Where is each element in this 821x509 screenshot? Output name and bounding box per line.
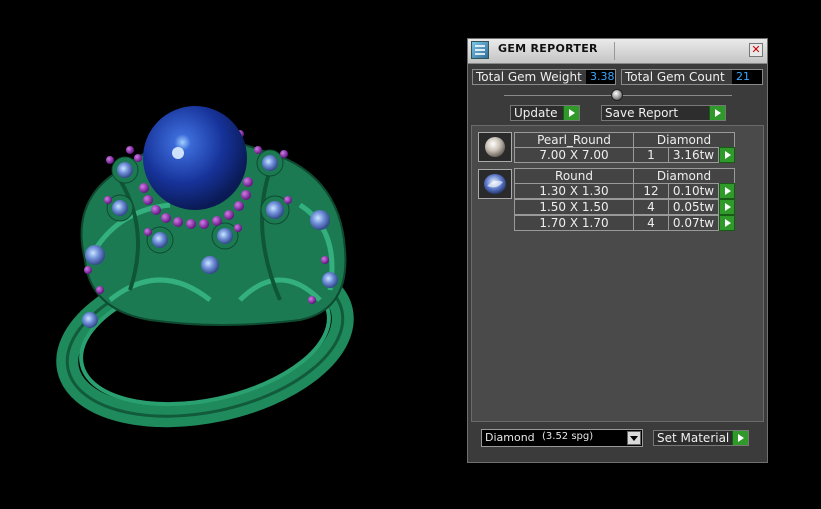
- gem-weight: 0.07tw: [668, 215, 719, 231]
- title-divider: [614, 42, 615, 60]
- set-material-button[interactable]: Set Material: [653, 430, 749, 446]
- play-arrow-icon: [709, 106, 725, 120]
- update-button[interactable]: Update: [510, 105, 580, 121]
- total-gem-weight-field: Total Gem Weight 3.38: [472, 69, 616, 85]
- gem-count: 4: [633, 215, 669, 231]
- gem-list[interactable]: Pearl_Round Diamond 7.00 X 7.00 1 3.16tw…: [471, 125, 764, 422]
- round-gem-thumbnail[interactable]: [478, 169, 512, 199]
- gem-size: 1.30 X 1.30: [514, 183, 634, 199]
- total-gem-count-value: 21: [732, 70, 762, 84]
- material-spg: (3.52 spg): [542, 431, 594, 442]
- save-report-button-label: Save Report: [605, 106, 679, 120]
- round-gem-icon: [484, 174, 506, 194]
- gem-size: 7.00 X 7.00: [514, 147, 634, 163]
- total-gem-count-label: Total Gem Count: [625, 70, 725, 84]
- panel-title: GEM REPORTER: [498, 42, 598, 55]
- select-gem-arrow-icon[interactable]: [719, 183, 735, 199]
- ring-render: [56, 106, 354, 428]
- total-gem-count-field: Total Gem Count 21: [621, 69, 763, 85]
- set-material-button-label: Set Material: [657, 431, 730, 445]
- group-shape-header: Round: [514, 168, 634, 184]
- total-gem-weight-value: 3.38: [586, 70, 615, 84]
- total-gem-weight-label: Total Gem Weight: [476, 70, 582, 84]
- gem-size: 1.70 X 1.70: [514, 215, 634, 231]
- gem-reporter-panel: GEM REPORTER ✕ Total Gem Weight 3.38 Tot…: [467, 38, 768, 463]
- material-dropdown[interactable]: Diamond (3.52 spg): [481, 429, 643, 447]
- gem-count: 12: [633, 183, 669, 199]
- gem-size: 1.50 X 1.50: [514, 199, 634, 215]
- select-gem-arrow-icon[interactable]: [719, 147, 735, 163]
- panel-titlebar[interactable]: GEM REPORTER ✕: [468, 39, 767, 64]
- update-button-label: Update: [514, 106, 558, 120]
- close-icon[interactable]: ✕: [749, 43, 763, 57]
- panel-slider-knob[interactable]: [611, 89, 623, 101]
- 3d-viewport[interactable]: [0, 0, 460, 505]
- chevron-down-icon[interactable]: [627, 431, 641, 445]
- gem-weight: 3.16tw: [668, 147, 719, 163]
- group-shape-header: Pearl_Round: [514, 132, 634, 148]
- play-arrow-icon: [732, 431, 748, 445]
- select-gem-arrow-icon[interactable]: [719, 199, 735, 215]
- group-material-header: Diamond: [633, 132, 735, 148]
- pearl-thumbnail[interactable]: [478, 132, 512, 162]
- gem-count: 4: [633, 199, 669, 215]
- gem-reporter-app-icon: [471, 41, 489, 59]
- pearl-icon: [485, 137, 505, 157]
- gem-weight: 0.05tw: [668, 199, 719, 215]
- group-material-header: Diamond: [633, 168, 735, 184]
- material-name: Diamond: [485, 431, 535, 444]
- select-gem-arrow-icon[interactable]: [719, 215, 735, 231]
- gem-weight: 0.10tw: [668, 183, 719, 199]
- gem-count: 1: [633, 147, 669, 163]
- play-arrow-icon: [563, 106, 579, 120]
- save-report-button[interactable]: Save Report: [601, 105, 726, 121]
